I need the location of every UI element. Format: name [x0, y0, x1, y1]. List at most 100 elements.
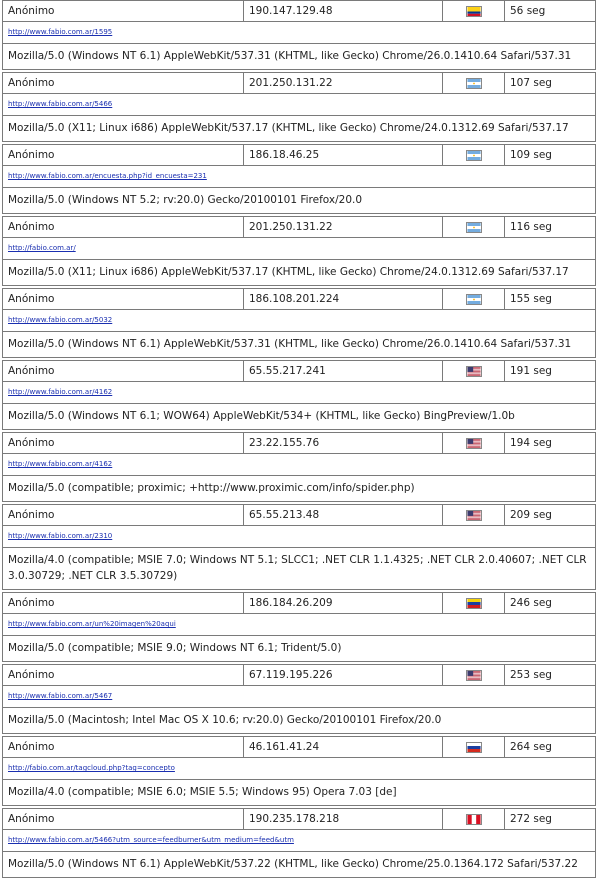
visitor-ip: 186.184.26.209	[244, 593, 443, 613]
visitor-header-row: Anónimo 46.161.41.24 264 seg	[2, 736, 596, 758]
visitor-url-link[interactable]: http://www.fabio.com.ar/5467	[8, 692, 112, 700]
visitor-user-agent: Mozilla/4.0 (compatible; MSIE 6.0; MSIE …	[2, 779, 596, 806]
visitor-ip: 186.108.201.224	[244, 289, 443, 309]
visitor-url-link[interactable]: http://www.fabio.com.ar/2310	[8, 532, 112, 540]
visitor-ip: 190.147.129.48	[244, 1, 443, 21]
visitor-user: Anónimo	[3, 145, 244, 165]
visitor-country	[443, 505, 505, 525]
visitor-user-agent: Mozilla/5.0 (X11; Linux i686) AppleWebKi…	[2, 115, 596, 142]
visitor-user-agent: Mozilla/5.0 (compatible; MSIE 9.0; Windo…	[2, 635, 596, 662]
visitor-time: 191 seg	[510, 365, 552, 377]
visitor-entry: Anónimo 201.250.131.22 107 seg http://www.f…	[0, 72, 600, 144]
visitor-user-agent: Mozilla/5.0 (Windows NT 6.1) AppleWebKit…	[2, 851, 596, 878]
visitor-country	[443, 289, 505, 309]
visitor-user: Anónimo	[3, 593, 244, 613]
visitor-user-agent: Mozilla/5.0 (Macintosh; Intel Mac OS X 1…	[2, 707, 596, 734]
visitor-country	[443, 737, 505, 757]
visitor-user: Anónimo	[3, 73, 244, 93]
visitor-url-link[interactable]: http://fabio.com.ar/	[8, 244, 76, 252]
visitor-user: Anónimo	[3, 289, 244, 309]
visitor-url-link[interactable]: http://www.fabio.com.ar/encuesta.php?id_…	[8, 172, 207, 180]
visitor-user: Anónimo	[3, 809, 244, 829]
visitor-user-agent: Mozilla/4.0 (compatible; MSIE 7.0; Windo…	[2, 547, 596, 590]
visitor-url-link[interactable]: http://www.fabio.com.ar/1595	[8, 28, 112, 36]
visitor-url-link[interactable]: http://www.fabio.com.ar/un%20imagen%20aq…	[8, 620, 176, 628]
visitor-user: Anónimo	[3, 737, 244, 757]
visitor-time: 253 seg	[510, 669, 552, 681]
visitor-user-agent: Mozilla/5.0 (Windows NT 6.1) AppleWebKit…	[2, 331, 596, 358]
visitor-url-link[interactable]: http://www.fabio.com.ar/4162	[8, 388, 112, 396]
visitor-header-row: Anónimo 190.147.129.48 56 seg	[2, 0, 596, 22]
visitor-header-row: Anónimo 201.250.131.22 116 seg	[2, 216, 596, 238]
visitor-url-row: http://www.fabio.com.ar/4162	[2, 382, 596, 403]
visitor-user: Anónimo	[3, 505, 244, 525]
visitor-url-row: http://www.fabio.com.ar/5032	[2, 310, 596, 331]
usa-flag-icon	[465, 437, 482, 449]
argentina-flag-icon	[465, 221, 482, 233]
visitor-ip: 23.22.155.76	[244, 433, 443, 453]
argentina-flag-icon	[465, 293, 482, 305]
visitor-entry: Anónimo 186.184.26.209 246 seg http://www.f…	[0, 592, 600, 664]
visitor-time: 109 seg	[510, 149, 552, 161]
argentina-flag-icon	[465, 77, 482, 89]
visitor-header-row: Anónimo 190.235.178.218 272 seg	[2, 808, 596, 830]
peru-flag-icon	[465, 813, 482, 825]
visitor-url-row: http://fabio.com.ar/	[2, 238, 596, 259]
visitor-url-link[interactable]: http://fabio.com.ar/tagcloud.php?tag=con…	[8, 764, 175, 772]
visitor-user: Anónimo	[3, 217, 244, 237]
visitor-time: 246 seg	[510, 597, 552, 609]
visitor-ip: 201.250.131.22	[244, 217, 443, 237]
visitor-url-row: http://www.fabio.com.ar/2310	[2, 526, 596, 547]
visitor-entry: Anónimo 201.250.131.22 116 seg http://fabio…	[0, 216, 600, 288]
visitor-header-row: Anónimo 186.184.26.209 246 seg	[2, 592, 596, 614]
visitor-url-link[interactable]: http://www.fabio.com.ar/5032	[8, 316, 112, 324]
visitor-header-row: Anónimo 23.22.155.76 194 seg	[2, 432, 596, 454]
visitor-url-link[interactable]: http://www.fabio.com.ar/5466	[8, 100, 112, 108]
visitor-ip: 46.161.41.24	[244, 737, 443, 757]
visitor-url-row: http://www.fabio.com.ar/4162	[2, 454, 596, 475]
visitor-header-row: Anónimo 201.250.131.22 107 seg	[2, 72, 596, 94]
visitor-user-agent: Mozilla/5.0 (compatible; proximic; +http…	[2, 475, 596, 502]
visitor-url-row: http://www.fabio.com.ar/1595	[2, 22, 596, 43]
visitor-url-row: http://www.fabio.com.ar/un%20imagen%20aq…	[2, 614, 596, 635]
visitor-user-agent: Mozilla/5.0 (X11; Linux i686) AppleWebKi…	[2, 259, 596, 286]
visitor-url-row: http://www.fabio.com.ar/encuesta.php?id_…	[2, 166, 596, 187]
visitor-entry: Anónimo 186.18.46.25 109 seg http://www.fab…	[0, 144, 600, 216]
visitor-url-link[interactable]: http://www.fabio.com.ar/4162	[8, 460, 112, 468]
visitor-entry: Anónimo 65.55.213.48 209 seg http://www.fab…	[0, 504, 600, 592]
visitor-entry: Anónimo 23.22.155.76 194 seg http://www.fab…	[0, 432, 600, 504]
visitor-header-row: Anónimo 186.108.201.224 155 seg	[2, 288, 596, 310]
visitor-url-row: http://www.fabio.com.ar/5467	[2, 686, 596, 707]
visitor-ip: 65.55.217.241	[244, 361, 443, 381]
usa-flag-icon	[465, 509, 482, 521]
venezuela-flag-icon	[465, 597, 482, 609]
visitor-time: 116 seg	[510, 221, 552, 233]
visitor-time: 264 seg	[510, 741, 552, 753]
visitor-ip: 186.18.46.25	[244, 145, 443, 165]
visitor-user: Anónimo	[3, 665, 244, 685]
visitor-time: 272 seg	[510, 813, 552, 825]
visitor-country	[443, 809, 505, 829]
visitor-header-row: Anónimo 67.119.195.226 253 seg	[2, 664, 596, 686]
visitor-country	[443, 145, 505, 165]
visitor-country	[443, 433, 505, 453]
visitor-user: Anónimo	[3, 433, 244, 453]
visitor-entry: Anónimo 190.147.129.48 56 seg http://www.fa…	[0, 0, 600, 72]
visitor-country	[443, 217, 505, 237]
visitor-entry: Anónimo 186.108.201.224 155 seg http://www.…	[0, 288, 600, 360]
visitor-url-link[interactable]: http://www.fabio.com.ar/5466?utm_source=…	[8, 836, 294, 844]
usa-flag-icon	[465, 669, 482, 681]
visitor-user-agent: Mozilla/5.0 (Windows NT 5.2; rv:20.0) Ge…	[2, 187, 596, 214]
visitor-header-row: Anónimo 65.55.217.241 191 seg	[2, 360, 596, 382]
argentina-flag-icon	[465, 149, 482, 161]
visitor-country	[443, 665, 505, 685]
visitor-url-row: http://www.fabio.com.ar/5466	[2, 94, 596, 115]
visitor-header-row: Anónimo 65.55.213.48 209 seg	[2, 504, 596, 526]
visitor-url-row: http://fabio.com.ar/tagcloud.php?tag=con…	[2, 758, 596, 779]
russia-flag-icon	[465, 741, 482, 753]
visitor-country	[443, 73, 505, 93]
visitor-user: Anónimo	[3, 1, 244, 21]
usa-flag-icon	[465, 365, 482, 377]
colombia-flag-icon	[465, 5, 482, 17]
visitor-url-row: http://www.fabio.com.ar/5466?utm_source=…	[2, 830, 596, 851]
